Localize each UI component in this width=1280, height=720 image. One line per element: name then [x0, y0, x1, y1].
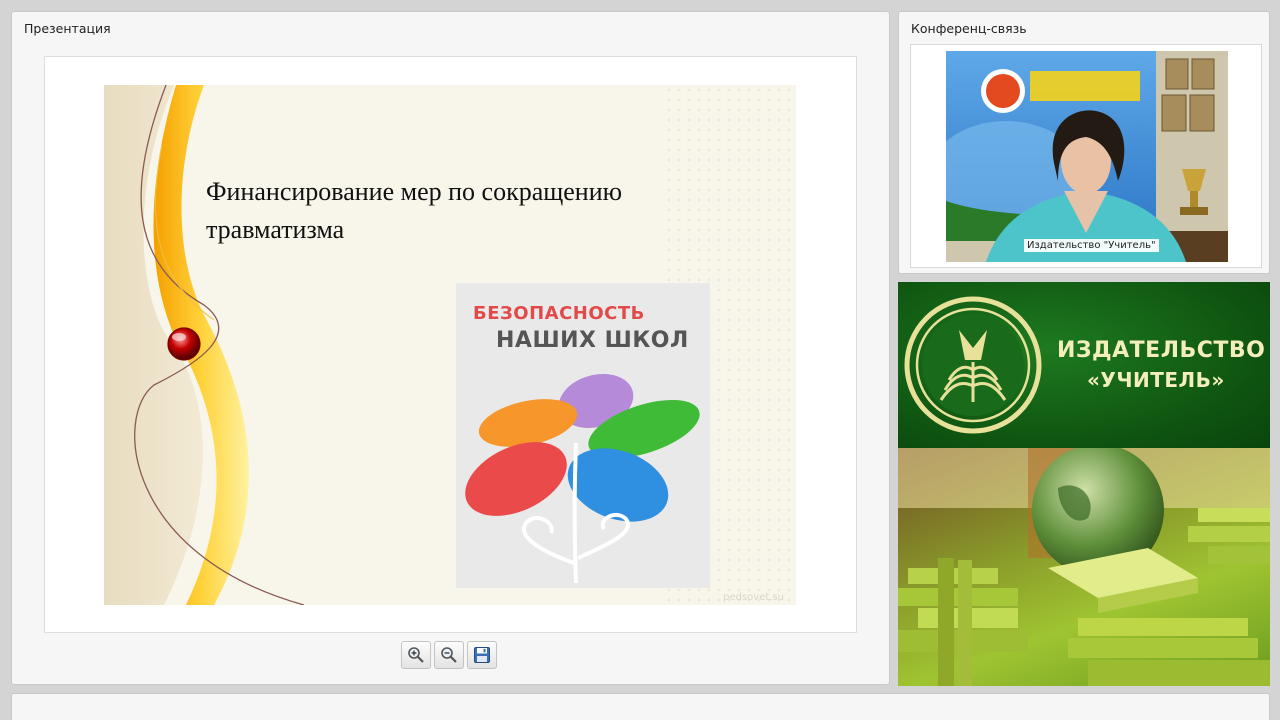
- video-feed[interactable]: Издательство "Учитель": [946, 51, 1228, 262]
- presentation-panel: Презентация Финансирование мер по сокращ…: [11, 11, 890, 685]
- banner-books-image: [898, 448, 1270, 686]
- books-and-globe-illustration: [898, 448, 1270, 686]
- zoom-out-icon: [441, 647, 457, 663]
- flower-icon: [465, 374, 700, 584]
- conference-panel: Конференц-связь Издательство "Учитель": [898, 11, 1270, 274]
- school-safety-logo: БЕЗОПАСНОСТЬ НАШИХ ШКОЛ: [456, 283, 710, 588]
- participant-name-label: Издательство "Учитель": [1024, 239, 1159, 252]
- presentation-toolbar: [401, 641, 497, 671]
- floppy-disk-icon: [474, 647, 490, 663]
- video-container: Издательство "Учитель": [910, 44, 1262, 268]
- banner-publisher-name-line2: «УЧИТЕЛЬ»: [1087, 368, 1225, 392]
- zoom-in-button[interactable]: [401, 641, 431, 669]
- publisher-emblem-icon: [904, 296, 1042, 434]
- publisher-banner: ИЗДАТЕЛЬСТВО «УЧИТЕЛЬ»: [898, 282, 1270, 686]
- save-button[interactable]: [467, 641, 497, 669]
- slide-watermark: pedsovet.su: [723, 592, 784, 603]
- slide: Финансирование мер по сокращению травмат…: [104, 85, 796, 605]
- zoom-in-icon: [408, 647, 424, 663]
- webcam-scene: [946, 51, 1228, 262]
- conference-panel-title: Конференц-связь: [911, 21, 1027, 36]
- bottom-panel: [11, 693, 1270, 720]
- slide-title: Финансирование мер по сокращению травмат…: [206, 177, 623, 244]
- zoom-out-button[interactable]: [434, 641, 464, 669]
- banner-header: ИЗДАТЕЛЬСТВО «УЧИТЕЛЬ»: [898, 282, 1270, 448]
- slide-viewer: Финансирование мер по сокращению травмат…: [44, 56, 857, 633]
- presentation-panel-title: Презентация: [24, 21, 111, 36]
- banner-publisher-name-line1: ИЗДАТЕЛЬСТВО: [1057, 338, 1266, 363]
